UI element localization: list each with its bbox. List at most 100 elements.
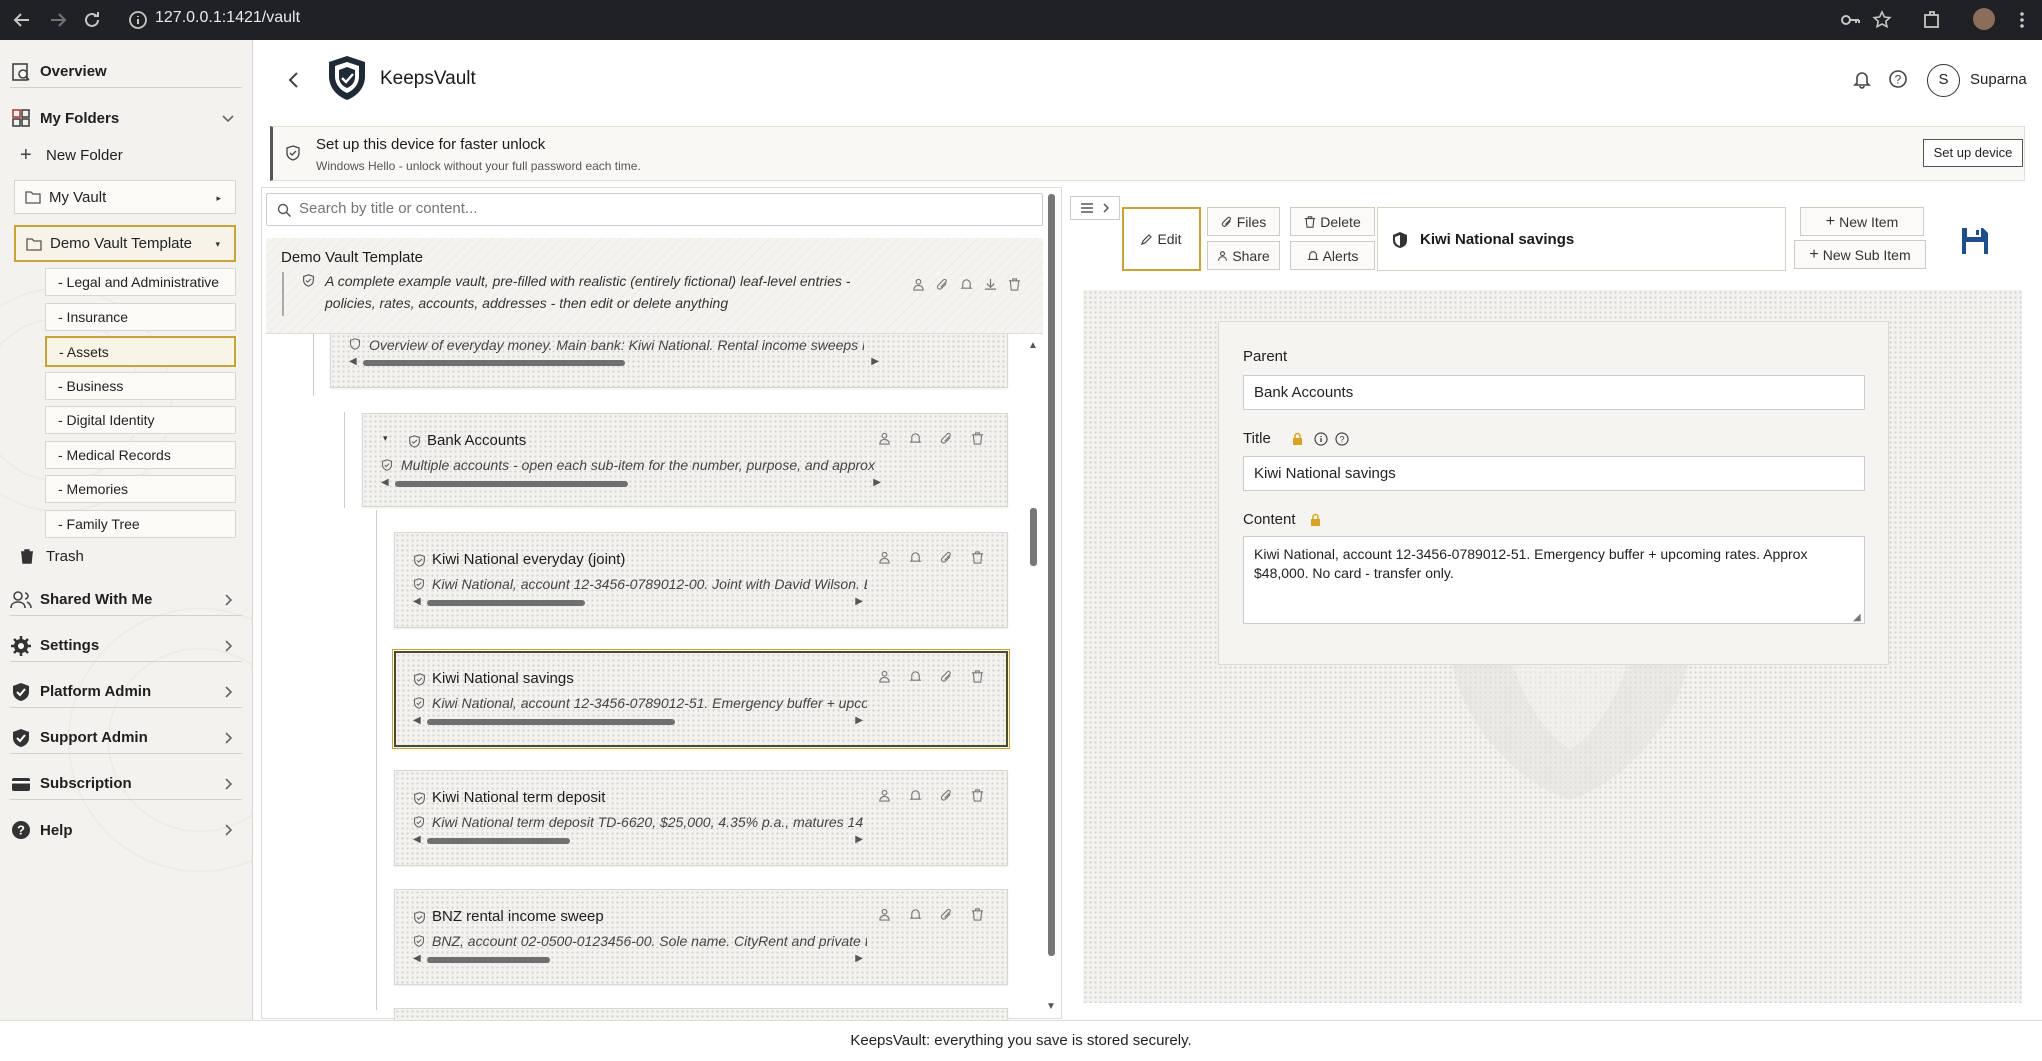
bell-icon[interactable] [909, 551, 925, 567]
edit-button[interactable]: Edit [1122, 207, 1201, 271]
trash-icon[interactable] [971, 551, 987, 567]
bookmark-star-icon[interactable] [1870, 8, 1894, 32]
browser-menu-icon[interactable] [2010, 8, 2034, 32]
caret-down-icon[interactable]: ▾ [383, 433, 388, 444]
paperclip-icon[interactable] [940, 432, 956, 448]
scroll-right-icon[interactable]: ▶ [855, 953, 863, 964]
vault-header-card[interactable]: Demo Vault Template A complete example v… [266, 238, 1043, 334]
password-key-icon[interactable] [1838, 8, 1862, 32]
scroll-left-icon[interactable]: ◀ [349, 356, 357, 367]
scroll-right-icon[interactable]: ▶ [855, 596, 863, 607]
paperclip-icon[interactable] [940, 908, 956, 924]
subfolder-business[interactable]: - Business [45, 372, 236, 400]
sidebar-item-help[interactable]: ? Help [10, 814, 242, 846]
panel-scrollbar-thumb[interactable] [1048, 194, 1055, 956]
subfolder-legal[interactable]: - Legal and Administrative [45, 268, 236, 296]
user-icon[interactable] [912, 278, 925, 291]
new-folder-button[interactable]: + New Folder [20, 139, 252, 171]
card-bank-accounts[interactable]: ▾ Bank Accounts Multiple accounts - open… [362, 413, 1008, 507]
paperclip-icon[interactable] [940, 789, 956, 805]
bell-icon[interactable] [909, 908, 925, 924]
files-button[interactable]: Files [1207, 207, 1280, 236]
scroll-right-icon[interactable]: ▶ [871, 356, 879, 367]
bell-icon[interactable] [960, 278, 973, 291]
back-chevron-icon[interactable] [284, 70, 304, 90]
info-icon[interactable] [1314, 432, 1328, 446]
card-bnz-rental[interactable]: BNZ rental income sweep BNZ, account 02-… [394, 889, 1008, 985]
download-icon[interactable] [984, 278, 997, 291]
trash-icon[interactable] [971, 789, 987, 805]
subfolder-memories[interactable]: - Memories [45, 475, 236, 503]
scroll-left-icon[interactable]: ◀ [413, 834, 421, 845]
help-icon[interactable]: ? [1335, 432, 1349, 446]
trash-icon[interactable] [971, 670, 987, 686]
card-partial-next[interactable] [394, 1008, 1008, 1020]
resize-handle-icon[interactable]: ◢ [1853, 612, 1861, 623]
search-input[interactable] [299, 200, 999, 217]
alerts-button[interactable]: Alerts [1290, 241, 1375, 270]
content-textarea[interactable]: Kiwi National, account 12-3456-0789012-5… [1243, 536, 1865, 624]
address-bar[interactable]: 127.0.0.1:1421/vault [155, 9, 300, 27]
bell-icon[interactable] [1852, 69, 1872, 89]
subfolder-insurance[interactable]: - Insurance [45, 303, 236, 331]
sidebar-item-settings[interactable]: Settings [10, 630, 242, 662]
scrollbar-thumb[interactable] [427, 838, 570, 844]
user-icon[interactable] [878, 908, 894, 924]
scrollbar-thumb[interactable] [427, 600, 585, 606]
scrollbar-thumb[interactable] [427, 957, 550, 963]
scroll-up-icon[interactable]: ▲ [1028, 340, 1038, 351]
sidebar-item-shared[interactable]: Shared With Me [10, 584, 242, 616]
reload-icon[interactable] [80, 8, 104, 32]
extensions-icon[interactable] [1920, 8, 1944, 32]
card-kiwi-term-deposit[interactable]: Kiwi National term deposit Kiwi National… [394, 770, 1008, 866]
scrollbar-thumb[interactable] [363, 360, 625, 366]
sidebar-item-support-admin[interactable]: Support Admin [10, 722, 242, 754]
subfolder-digital-identity[interactable]: - Digital Identity [45, 406, 236, 434]
paperclip-icon[interactable] [940, 551, 956, 567]
scroll-right-icon[interactable]: ▶ [855, 834, 863, 845]
folder-my-vault[interactable]: My Vault ▸ [14, 180, 236, 214]
horizontal-scrollbar[interactable]: ◀ ▶ [413, 834, 863, 848]
user-icon[interactable] [878, 551, 894, 567]
user-avatar[interactable]: S [1927, 64, 1960, 97]
subfolder-family-tree[interactable]: - Family Tree [45, 510, 236, 538]
sidebar-item-trash[interactable]: Trash [20, 540, 252, 572]
card-kiwi-savings[interactable]: Kiwi National savings Kiwi National, acc… [392, 649, 1010, 749]
trash-icon[interactable] [971, 908, 987, 924]
share-button[interactable]: Share [1207, 241, 1280, 270]
back-arrow-icon[interactable] [10, 8, 34, 32]
user-icon[interactable] [878, 789, 894, 805]
scroll-left-icon[interactable]: ◀ [381, 477, 389, 488]
save-floppy-icon[interactable] [1960, 226, 1990, 256]
user-name[interactable]: Suparna [1970, 71, 2027, 88]
scroll-left-icon[interactable]: ◀ [413, 953, 421, 964]
bell-icon[interactable] [909, 789, 925, 805]
profile-avatar-icon[interactable] [1973, 8, 1995, 30]
paperclip-icon[interactable] [940, 670, 956, 686]
caret-right-icon[interactable]: ▸ [216, 193, 221, 204]
new-sub-item-button[interactable]: + New Sub Item [1794, 240, 1926, 269]
subfolder-medical-records[interactable]: - Medical Records [45, 441, 236, 469]
paperclip-icon[interactable] [936, 278, 949, 291]
help-icon[interactable]: ? [1888, 69, 1908, 89]
horizontal-scrollbar[interactable]: ◀ ▶ [413, 953, 863, 967]
scroll-left-icon[interactable]: ◀ [413, 715, 421, 726]
bell-icon[interactable] [909, 432, 925, 448]
setup-device-button[interactable]: Set up device [1923, 139, 2023, 167]
site-info-icon[interactable] [126, 8, 150, 32]
subfolder-assets[interactable]: - Assets [45, 336, 236, 367]
horizontal-scrollbar[interactable]: ◀ ▶ [381, 477, 881, 491]
sidebar-item-my-folders[interactable]: My Folders [10, 102, 242, 134]
user-icon[interactable] [878, 670, 894, 686]
horizontal-scrollbar[interactable]: ◀ ▶ [413, 596, 863, 610]
list-scrollbar-thumb[interactable] [1030, 508, 1037, 566]
sidebar-item-platform-admin[interactable]: Platform Admin [10, 676, 242, 708]
folder-demo-vault-template[interactable]: Demo Vault Template ▾ [14, 225, 236, 262]
horizontal-scrollbar[interactable]: ◀ ▶ [349, 356, 879, 370]
caret-down-icon[interactable]: ▾ [215, 239, 220, 250]
overview-card[interactable]: Overview of everyday money. Main bank: K… [330, 334, 1008, 388]
sidebar-item-overview[interactable]: Overview [10, 56, 242, 88]
scroll-left-icon[interactable]: ◀ [413, 596, 421, 607]
new-item-button[interactable]: + New Item [1800, 207, 1924, 236]
forward-arrow-icon[interactable] [46, 8, 70, 32]
